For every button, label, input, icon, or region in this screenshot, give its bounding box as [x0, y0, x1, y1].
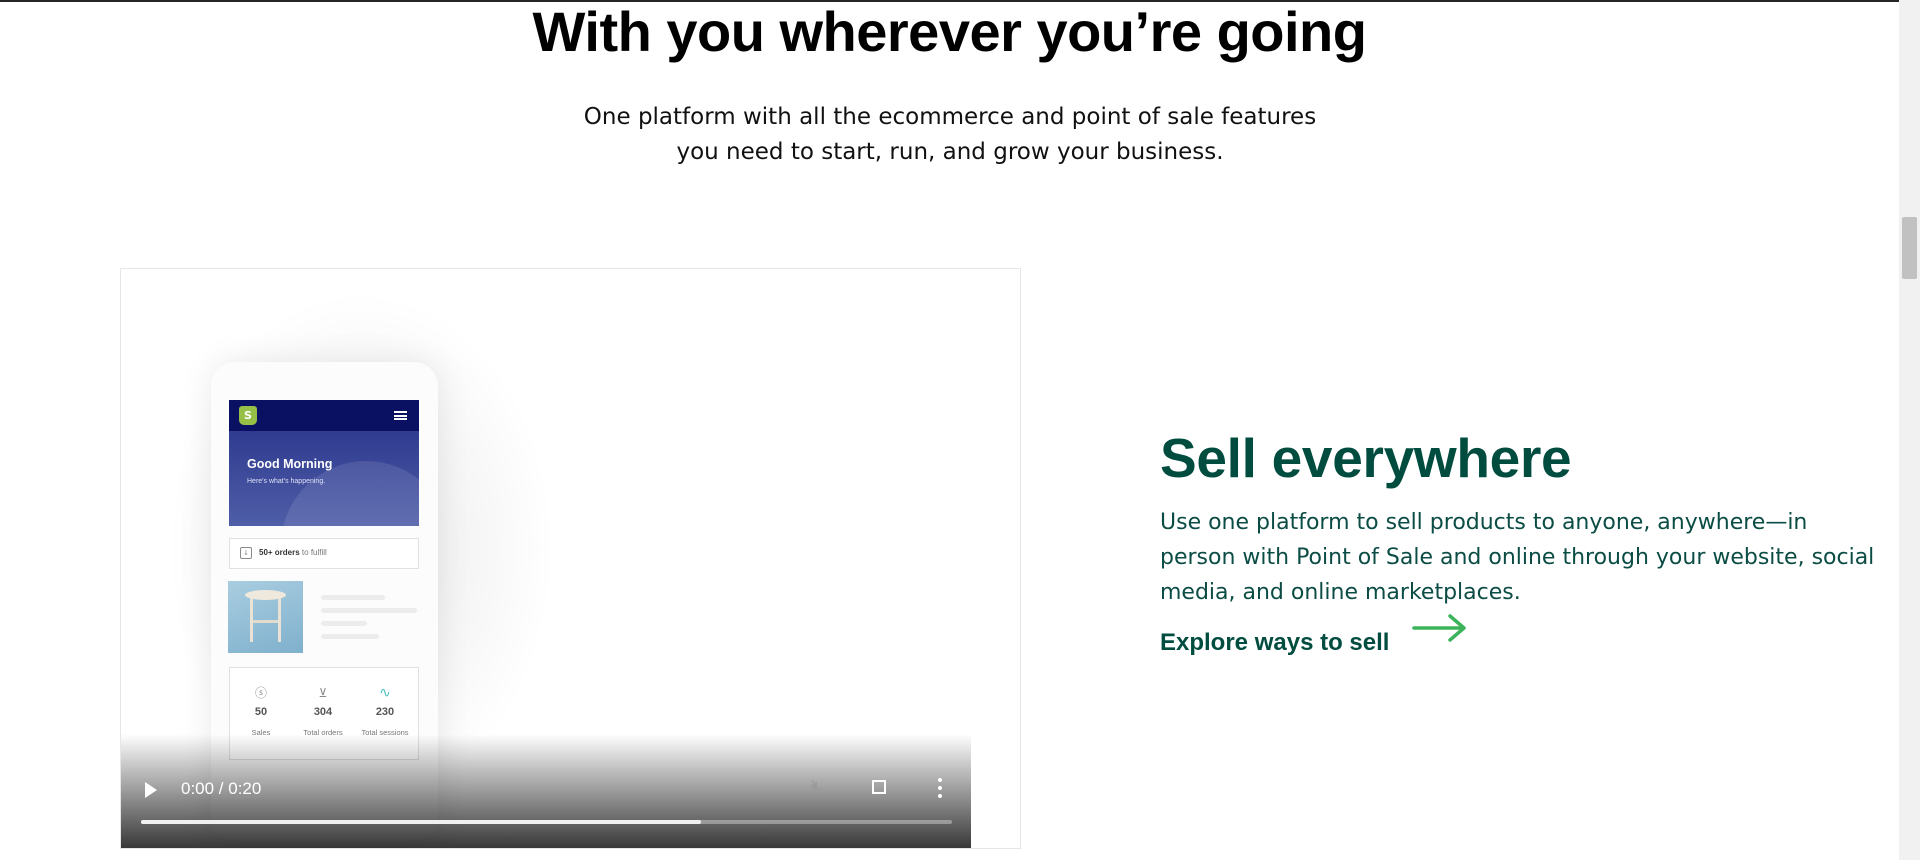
app-header: S — [229, 400, 419, 431]
skeleton-line — [321, 621, 367, 626]
stat-total-orders: ⊻ 304 Total orders — [292, 668, 354, 737]
stat-value: 50 — [254, 706, 268, 718]
page-scrollbar[interactable] — [1899, 0, 1920, 860]
skeleton-line — [321, 595, 385, 600]
video-progress-fill — [141, 820, 701, 824]
feature-section: Sell everywhere Use one platform to sell… — [1160, 425, 1880, 656]
stat-value: 304 — [313, 706, 333, 718]
greeting-title: Good Morning — [247, 457, 333, 471]
stool-legs — [250, 598, 281, 642]
volume-muted-icon[interactable]: 🔇︎ — [811, 776, 822, 798]
inbox-icon: ⊻ — [318, 686, 328, 700]
page-title: With you wherever you’re going — [532, 0, 1367, 63]
skeleton-line — [321, 608, 417, 613]
media-frame: S Good Morning Here's what's happening. … — [120, 268, 1021, 849]
greeting-subtitle: Here's what's happening. — [247, 478, 326, 485]
fullscreen-icon[interactable] — [872, 780, 886, 794]
arrow-right-icon[interactable] — [1410, 610, 1470, 646]
scrollbar-thumb[interactable] — [1902, 217, 1917, 279]
orders-suffix: to fulfill — [299, 548, 327, 557]
skeleton-line — [321, 634, 379, 639]
stat-total-sessions: ∿ 230 Total sessions — [354, 668, 416, 737]
feature-description: Use one platform to sell products to any… — [1160, 510, 1875, 605]
menu-icon — [394, 411, 407, 420]
video-player[interactable]: S Good Morning Here's what's happening. … — [121, 269, 971, 848]
video-time: 0:00 / 0:20 — [181, 779, 262, 798]
orders-count: 50+ orders — [259, 548, 300, 557]
shopify-logo-icon: S — [239, 406, 257, 425]
hero-subtitle-line-1: One platform with all the ecommerce and … — [583, 104, 1317, 130]
video-controls: 0:00 / 0:20 🔇︎ — [121, 734, 971, 848]
hero-subtitle: One platform with all the ecommerce and … — [560, 100, 1340, 170]
feature-link-row: Explore ways to sell — [1160, 610, 1880, 656]
more-options-icon[interactable] — [938, 778, 942, 798]
stat-sales: ⓢ 50 Sales — [230, 668, 292, 737]
stat-value: 230 — [375, 706, 395, 718]
inbox-icon: ↓ — [240, 547, 252, 559]
feature-title: Sell everywhere — [1160, 427, 1572, 489]
dollar-icon: ⓢ — [254, 686, 267, 700]
video-progress-bar[interactable] — [141, 820, 952, 824]
sessions-graph-icon: ∿ — [379, 685, 391, 701]
orders-text: 50+ orders to fulfill — [259, 548, 327, 557]
product-image — [228, 581, 303, 653]
greeting-banner: Good Morning Here's what's happening. — [229, 431, 419, 526]
play-icon[interactable] — [145, 782, 157, 798]
explore-ways-to-sell-link[interactable]: Explore ways to sell — [1160, 629, 1389, 657]
orders-card: ↓ 50+ orders to fulfill — [229, 538, 419, 569]
hero-subtitle-line-2: you need to start, run, and grow your bu… — [676, 139, 1224, 165]
